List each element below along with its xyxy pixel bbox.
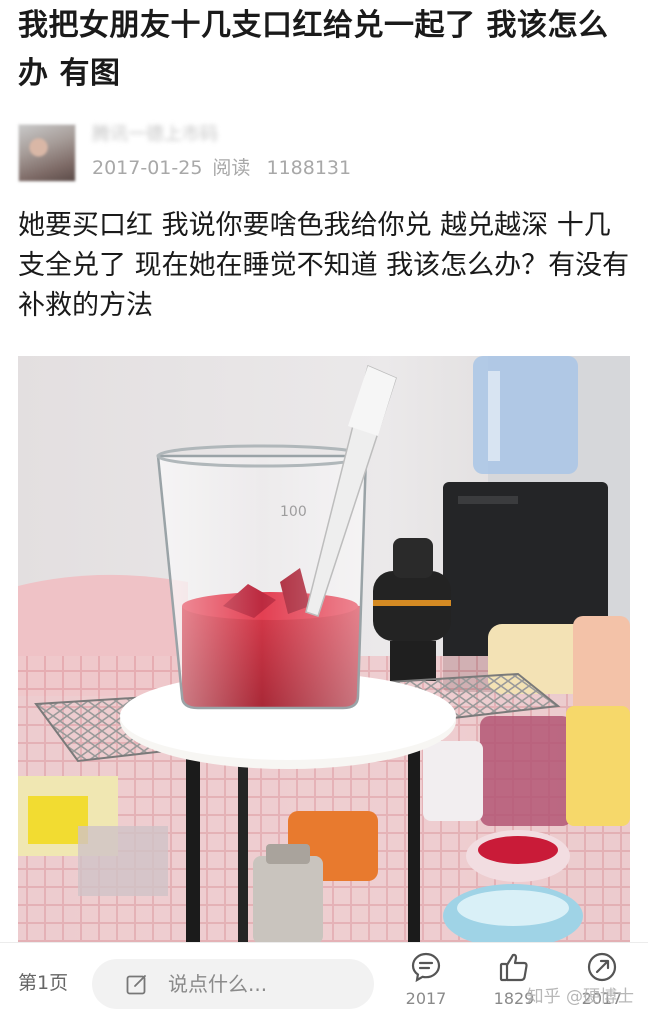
svg-text:100: 100 (280, 504, 307, 520)
reads-count: 1188131 (266, 157, 352, 179)
thumbs-up-icon (499, 953, 528, 982)
share-arrow-icon (587, 952, 617, 982)
post-meta: 2017-01-25 阅读 1188131 (92, 156, 361, 180)
post-title: 我把女朋友十几支口红给兑一起了 我该怎么办 有图 (18, 8, 609, 91)
comments-button[interactable]: 2017 (396, 951, 456, 1021)
author-row: 腾讯一德上市码 2017-01-25 阅读 1188131 (18, 124, 618, 184)
reads-label: 阅读 (212, 157, 251, 179)
page-number-label[interactable]: 第1页 (18, 971, 68, 995)
post-page: 我把女朋友十几支口红给兑一起了 我该怎么办 有图 腾讯一德上市码 2017-01… (0, 0, 648, 1025)
avatar[interactable] (18, 124, 76, 182)
post-body: 她要买口红 我说你要啥色我给你兑 越兑越深 十几支全兑了 现在她在睡觉不知道 我… (18, 210, 630, 321)
comment-input[interactable]: 说点什么... (92, 959, 374, 1009)
bottom-action-bar: 第1页 说点什么... 2017 1829 2017 知乎 @硬博士 (0, 942, 648, 1025)
post-date: 2017-01-25 (92, 157, 203, 179)
author-name[interactable]: 腾讯一德上市码 (92, 124, 218, 146)
comments-count: 2017 (405, 989, 447, 1008)
pen-edit-icon (126, 975, 146, 995)
zhihu-watermark: 知乎 @硬博士 (526, 987, 634, 1007)
beaker-photo-illustration: 100 (18, 356, 630, 944)
share-button[interactable]: 2017 (572, 951, 632, 1021)
like-button[interactable]: 1829 (484, 951, 544, 1021)
comment-placeholder: 说点什么... (168, 972, 268, 996)
post-photo[interactable]: 100 (18, 356, 630, 944)
comment-bubble-icon (411, 952, 441, 983)
